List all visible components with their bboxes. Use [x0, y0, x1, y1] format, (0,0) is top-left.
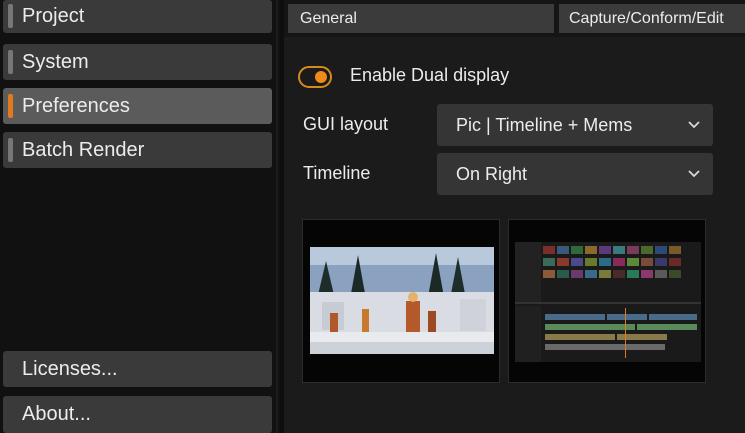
gui-layout-value: Pic | Timeline + Mems	[456, 114, 633, 135]
tab-label: General	[300, 9, 357, 27]
licenses-label: Licenses...	[22, 357, 118, 380]
about-button[interactable]: About...	[3, 396, 272, 433]
sidebar-item-batch-render[interactable]: Batch Render	[3, 132, 272, 168]
sidebar-marker-active	[8, 94, 13, 118]
gui-layout-select[interactable]: Pic | Timeline + Mems	[437, 104, 713, 146]
toggle-knob	[315, 71, 327, 83]
chevron-down-icon	[688, 121, 700, 129]
stage-scene-image	[310, 247, 494, 354]
panel-divider	[276, 0, 278, 433]
timeline-select[interactable]: On Right	[437, 153, 713, 195]
dual-display-label: Enable Dual display	[350, 65, 510, 85]
licenses-button[interactable]: Licenses...	[3, 351, 272, 387]
timeline-label: Timeline	[303, 163, 371, 183]
sidebar-item-project[interactable]: Project	[3, 0, 272, 33]
timeline-value: On Right	[456, 163, 528, 184]
timeline-mems-preview-thumbnail[interactable]	[508, 219, 706, 383]
sidebar-item-label: Preferences	[22, 94, 130, 117]
sidebar-item-preferences[interactable]: Preferences	[3, 88, 272, 124]
tab-general[interactable]: General	[288, 4, 554, 33]
tab-label: Capture/Conform/Edit	[569, 9, 724, 27]
sidebar-marker	[8, 4, 13, 28]
sidebar-marker	[8, 138, 13, 162]
dual-display-toggle[interactable]	[298, 66, 332, 88]
sidebar-marker	[8, 50, 13, 74]
sidebar-item-label: System	[22, 50, 89, 73]
gui-layout-label: GUI layout	[303, 114, 389, 134]
chevron-down-icon	[688, 170, 700, 178]
timeline-ui-image	[515, 242, 701, 362]
tab-capture-conform-edit[interactable]: Capture/Conform/Edit	[559, 4, 745, 33]
sidebar-item-label: Batch Render	[22, 138, 145, 161]
picture-preview-thumbnail[interactable]	[302, 219, 500, 383]
sidebar-item-label: Project	[22, 5, 85, 27]
about-label: About...	[22, 403, 91, 425]
sidebar-item-system[interactable]: System	[3, 44, 272, 80]
